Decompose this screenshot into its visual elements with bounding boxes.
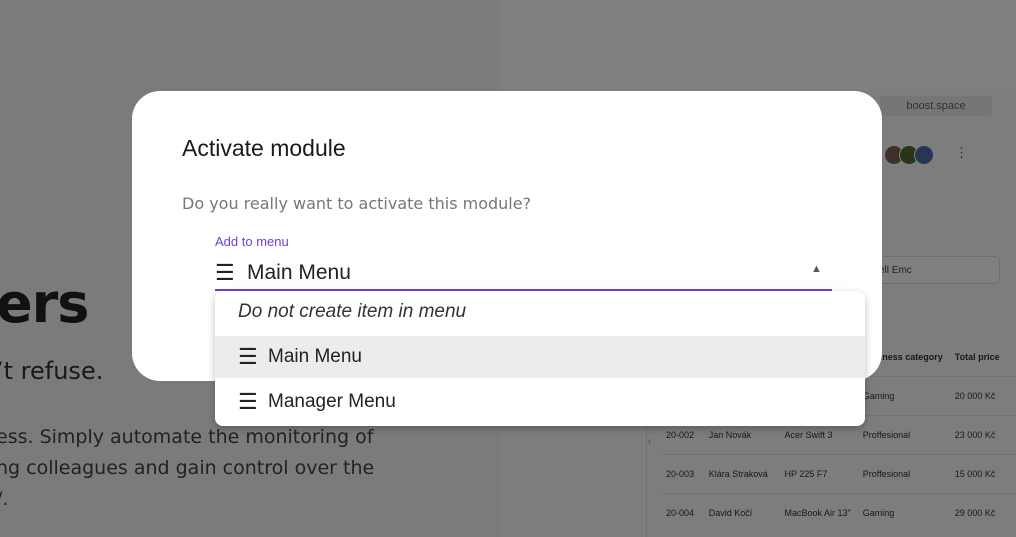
option-label: Do not create item in menu — [238, 301, 467, 322]
option-no-menu-item[interactable]: Do not create item in menu — [215, 291, 865, 333]
option-label: Manager Menu — [268, 391, 396, 412]
menu-lines-icon: ☰ — [238, 344, 258, 369]
menu-lines-icon: ☰ — [215, 260, 235, 285]
caret-up-icon[interactable]: ▲ — [811, 263, 822, 275]
menu-lines-icon: ☰ — [238, 389, 258, 414]
option-main-menu[interactable]: ☰ Main Menu — [215, 336, 865, 378]
dialog-title: Activate module — [182, 135, 346, 161]
add-to-menu-dropdown: Do not create item in menu ☰ Main Menu ☰… — [215, 291, 865, 426]
option-label: Main Menu — [268, 346, 362, 367]
add-to-menu-label: Add to menu — [215, 234, 289, 249]
dialog-message: Do you really want to activate this modu… — [182, 194, 532, 213]
add-to-menu-select[interactable]: Main Menu — [247, 261, 351, 285]
option-manager-menu[interactable]: ☰ Manager Menu — [215, 381, 865, 423]
